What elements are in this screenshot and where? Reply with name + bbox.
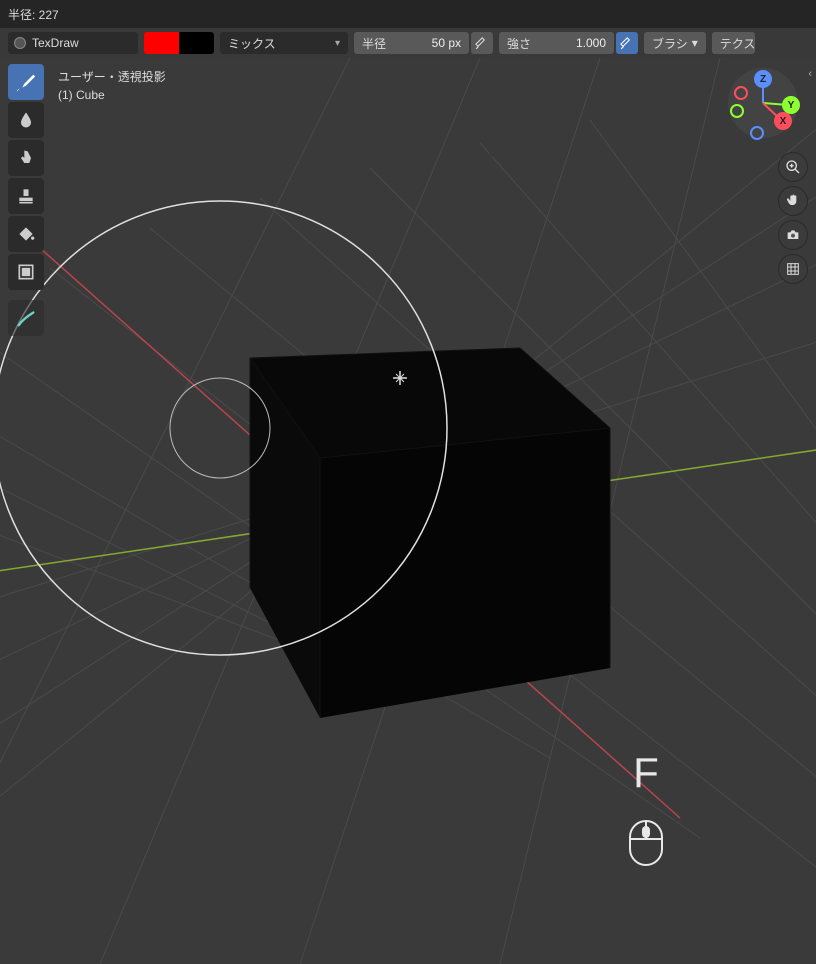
texture-settings-dropdown[interactable]: テクス [712,32,756,54]
pencil-icon [15,307,37,329]
finger-icon [16,148,36,168]
clone-tool[interactable] [8,178,44,214]
pan-button[interactable] [778,186,808,216]
brush-preview-icon [14,37,26,49]
pressure-icon [475,36,489,50]
draw-tool[interactable] [8,64,44,100]
soften-tool[interactable] [8,102,44,138]
radius-field[interactable]: 半径 50 px [354,32,469,54]
axis-neg-z[interactable] [750,126,764,140]
3d-viewport[interactable]: ユーザー・透視投影 (1) Cube ‹ [0,58,816,964]
chevron-down-icon: ▾ [692,36,698,50]
bucket-icon [16,224,36,244]
droplet-icon [16,110,36,130]
fill-tool[interactable] [8,216,44,252]
brush-selector[interactable]: TexDraw [8,32,138,54]
blend-mode-label: ミックス [228,35,276,52]
tool-toolbar [8,64,44,336]
camera-icon [785,227,801,243]
axis-x[interactable]: X [774,112,792,130]
perspective-button[interactable] [778,254,808,284]
strength-field-value: 1.000 [576,36,606,50]
brush-settings-dropdown[interactable]: ブラシ ▾ [644,32,706,54]
mask-icon [16,262,36,282]
object-label: (1) Cube [58,86,166,104]
brush-icon [15,71,37,93]
annotate-tool[interactable] [8,300,44,336]
blend-mode-dropdown[interactable]: ミックス ▾ [220,32,348,54]
projection-label: ユーザー・透視投影 [58,68,166,86]
cube-mesh [250,348,610,718]
camera-button[interactable] [778,220,808,250]
strength-field-label: 強さ [507,35,531,52]
key-letter: F [626,749,666,797]
status-bar: 半径: 227 [0,0,816,28]
stamp-icon [16,186,36,206]
axis-gizmo[interactable]: Z Y X [728,68,798,138]
header-bar: TexDraw ミックス ▾ 半径 50 px 強さ 1.000 ブラシ ▾ テ… [0,28,816,58]
axis-z[interactable]: Z [754,70,772,88]
zoom-button[interactable] [778,152,808,182]
strength-field[interactable]: 強さ 1.000 [499,32,614,54]
zoom-icon [785,159,801,175]
sidebar-expand-chevron[interactable]: ‹ [808,68,812,80]
texture-settings-label: テクス [720,35,756,52]
radius-field-label: 半径 [362,35,386,52]
radius-field-value: 50 px [432,36,461,50]
mask-tool[interactable] [8,254,44,290]
smear-tool[interactable] [8,140,44,176]
radius-status: 半径: 227 [8,6,59,23]
secondary-color-swatch[interactable] [179,32,214,54]
brush-settings-label: ブラシ [652,35,688,52]
view-info: ユーザー・透視投影 (1) Cube [58,68,166,104]
strength-pressure-toggle[interactable] [616,32,638,54]
axis-neg-y[interactable] [730,104,744,118]
pressure-icon [620,36,634,50]
grid-icon [785,261,801,277]
chevron-down-icon: ▾ [335,38,340,49]
axis-neg-x[interactable] [734,86,748,100]
viewport-nav-buttons [778,152,808,284]
scene-svg [0,58,816,964]
brush-name-label: TexDraw [32,36,79,50]
primary-color-swatch[interactable] [144,32,179,54]
radius-pressure-toggle[interactable] [471,32,493,54]
hand-icon [785,193,801,209]
key-indicator: F [626,749,666,874]
mouse-icon [626,817,666,874]
